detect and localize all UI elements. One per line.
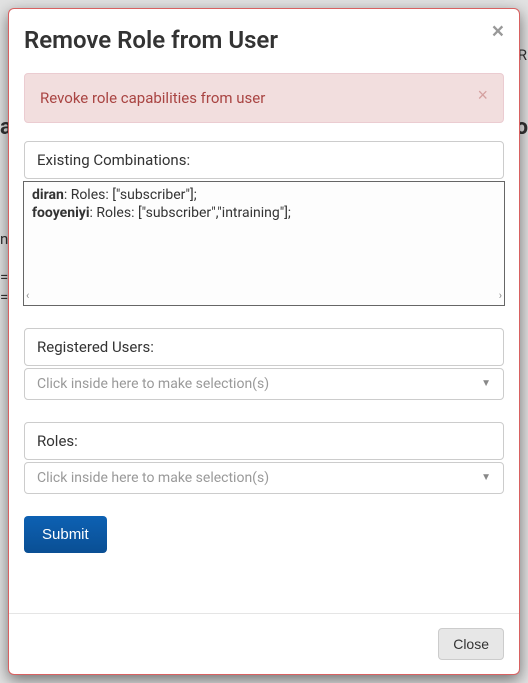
select-placeholder: Click inside here to make selection(s) <box>37 376 269 392</box>
registered-users-select[interactable]: Click inside here to make selection(s) ▼ <box>24 368 504 400</box>
footer-close-button[interactable]: Close <box>438 628 504 660</box>
scroll-left-icon: ‹ <box>26 289 29 302</box>
combination-row: fooyeniyi: Roles: ["subscriber","intrain… <box>32 204 496 223</box>
scroll-right-icon: › <box>499 289 502 302</box>
combination-user: fooyeniyi <box>32 205 90 221</box>
combination-row: diran: Roles: ["subscriber"]; <box>32 186 496 205</box>
modal-title: Remove Role from User <box>24 24 504 58</box>
modal-footer: Close <box>9 613 519 674</box>
combination-user: diran <box>32 187 64 203</box>
modal-close-button[interactable]: × <box>492 21 504 42</box>
submit-button[interactable]: Submit <box>24 516 107 553</box>
roles-label: Roles: <box>24 422 504 460</box>
modal-body: Revoke role capabilities from user × Exi… <box>9 73 519 613</box>
alert-dismiss-button[interactable]: × <box>477 86 488 104</box>
chevron-down-icon: ▼ <box>481 378 491 389</box>
alert-text: Revoke role capabilities from user <box>40 89 265 107</box>
existing-combinations-label: Existing Combinations: <box>24 141 504 179</box>
combination-roles: : Roles: ["subscriber","intraining"]; <box>90 205 291 221</box>
modal-header: Remove Role from User × <box>9 9 519 73</box>
chevron-down-icon: ▼ <box>481 472 491 483</box>
existing-combinations-box[interactable]: diran: Roles: ["subscriber"]; fooyeniyi:… <box>23 181 505 306</box>
remove-role-modal: Remove Role from User × Revoke role capa… <box>8 8 520 675</box>
combination-roles: : Roles: ["subscriber"]; <box>64 187 197 203</box>
roles-select[interactable]: Click inside here to make selection(s) ▼ <box>24 462 504 494</box>
revoke-alert: Revoke role capabilities from user × <box>24 73 504 123</box>
registered-users-label: Registered Users: <box>24 328 504 366</box>
select-placeholder: Click inside here to make selection(s) <box>37 470 269 486</box>
